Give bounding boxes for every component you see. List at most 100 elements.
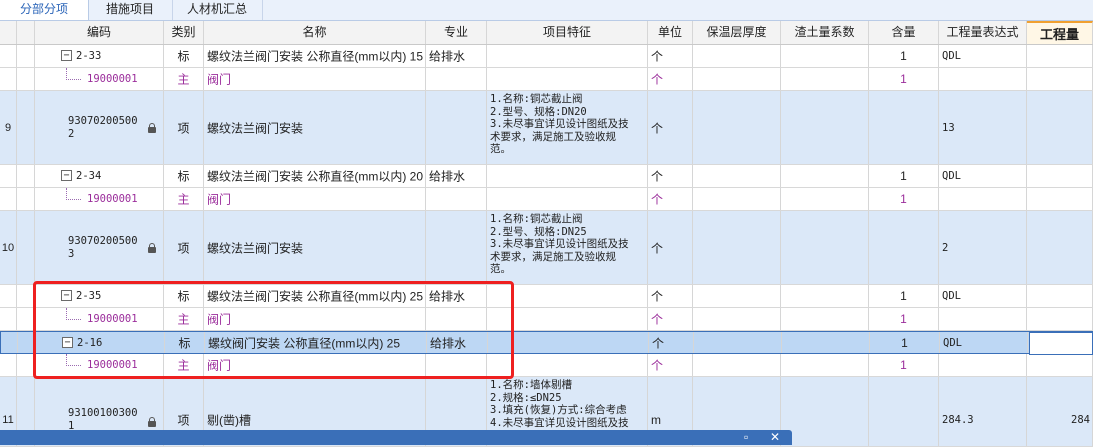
row-content: 1 (900, 192, 907, 206)
table-row-selected[interactable]: − 2-16 标 螺纹阀门安装 公称直径(mm以内) 25 给排水 个 1 QD… (0, 331, 1093, 354)
row-name: 螺纹法兰阀门安装 公称直径(mm以内) 20 (207, 169, 424, 184)
row-expr: QDL (942, 170, 961, 182)
row-unit: 个 (652, 336, 665, 350)
row-category: 项 (177, 413, 190, 428)
row-specialty: 给排水 (429, 49, 466, 64)
tab-measures[interactable]: 措施项目 (88, 0, 173, 20)
collapse-toggle-icon[interactable]: − (61, 290, 72, 301)
lock-icon (148, 417, 156, 427)
row-category: 主 (177, 72, 190, 87)
close-icon[interactable]: ✕ (770, 430, 780, 445)
row-unit: 个 (651, 192, 664, 207)
row-code: 2-34 (76, 170, 102, 182)
row-code-suffix: 3 (68, 247, 75, 260)
row-quantity: 284 (1071, 413, 1090, 426)
header-rownum (0, 21, 17, 44)
row-number: 11 (2, 413, 14, 426)
table-row[interactable]: − 2-34 标 螺纹法兰阀门安装 公称直径(mm以内) 20 给排水 个 1 … (0, 165, 1093, 188)
row-unit: 个 (651, 49, 664, 64)
collapse-toggle-icon[interactable]: − (62, 337, 73, 348)
row-specialty: 给排水 (429, 289, 466, 304)
row-code: 93100100300 (68, 406, 138, 419)
table-row[interactable]: − 2-35 标 螺纹法兰阀门安装 公称直径(mm以内) 25 给排水 个 1 … (0, 285, 1093, 308)
header-blank (17, 21, 35, 44)
row-content: 1 (900, 289, 907, 303)
row-content: 1 (900, 169, 907, 183)
row-name: 阀门 (207, 72, 232, 87)
header-soil[interactable]: 渣土量系数 (781, 21, 869, 44)
table-row[interactable]: 9 93070200500 2 项 螺纹法兰阀门安装 1.名称:铜芯截止阀 2.型… (0, 91, 1093, 165)
collapse-toggle-icon[interactable]: − (61, 50, 72, 61)
quantity-edit-input[interactable] (1029, 332, 1093, 355)
row-specialty: 给排水 (430, 336, 467, 350)
header-expr[interactable]: 工程量表达式 (939, 21, 1027, 44)
table-header: 编码 类别 名称 专业 项目特征 单位 保温层厚度 渣土量系数 含量 工程量表达… (0, 21, 1093, 45)
row-content: 1 (900, 72, 907, 86)
row-name: 螺纹法兰阀门安装 公称直径(mm以内) 15 (207, 49, 424, 64)
row-code: 93070200500 (68, 234, 138, 247)
table-row[interactable]: 19000001 主 阀门 个 1 (0, 68, 1093, 91)
row-category: 标 (177, 169, 190, 184)
row-feature: 1.名称:铜芯截止阀 2.型号、规格:DN25 3.未尽事宜详见设计图纸及技 术要求，… (487, 211, 648, 284)
header-content[interactable]: 含量 (869, 21, 939, 44)
tab-materials[interactable]: 人材机汇总 (172, 0, 263, 20)
header-name[interactable]: 名称 (204, 21, 426, 44)
row-name: 螺纹法兰阀门安装 (207, 121, 304, 135)
row-unit: 个 (651, 121, 664, 135)
row-feature: 1.名称:铜芯截止阀 2.型号、规格:DN20 3.未尽事宜详见设计图纸及技 术要求，… (487, 91, 648, 164)
row-expr: 13 (942, 121, 955, 134)
lock-icon (148, 243, 156, 253)
row-name: 阀门 (207, 192, 232, 207)
header-category[interactable]: 类别 (164, 21, 204, 44)
header-specialty[interactable]: 专业 (426, 21, 487, 44)
tab-items[interactable]: 分部分项 (0, 0, 89, 20)
row-code: 2-16 (77, 336, 103, 349)
header-insulation[interactable]: 保温层厚度 (693, 21, 781, 44)
row-expr: QDL (942, 290, 961, 302)
row-category: 项 (177, 121, 190, 135)
row-name: 阀门 (207, 358, 232, 373)
header-unit[interactable]: 单位 (648, 21, 693, 44)
row-content: 1 (901, 335, 908, 350)
row-category: 标 (177, 289, 190, 304)
row-expr: QDL (942, 50, 961, 62)
row-unit: 个 (651, 289, 664, 304)
row-category: 主 (177, 312, 190, 327)
header-quantity[interactable]: 工程量 (1027, 21, 1093, 44)
row-category: 主 (177, 192, 190, 207)
header-feature[interactable]: 项目特征 (487, 21, 648, 44)
table-row[interactable]: 19000001 主 阀门 个 1 (0, 354, 1093, 377)
collapse-toggle-icon[interactable]: − (61, 170, 72, 181)
table-row[interactable]: 19000001 主 阀门 个 1 (0, 308, 1093, 331)
row-code: 19000001 (87, 193, 138, 205)
row-expr: QDL (943, 336, 962, 349)
lock-icon (148, 123, 156, 133)
table-row[interactable]: − 2-33 标 螺纹法兰阀门安装 公称直径(mm以内) 15 给排水 个 1 … (0, 45, 1093, 68)
row-name: 剔(凿)槽 (207, 413, 251, 428)
row-number: 10 (1, 241, 15, 254)
table-row[interactable]: 19000001 主 阀门 个 1 (0, 188, 1093, 211)
row-category: 标 (177, 49, 190, 64)
row-code: 19000001 (87, 359, 138, 371)
floating-panel-titlebar[interactable]: ▫ ✕ (0, 430, 792, 445)
row-unit: 个 (651, 358, 664, 373)
row-category: 主 (177, 358, 190, 373)
row-content: 1 (900, 358, 907, 372)
row-category: 标 (178, 336, 191, 350)
row-name: 螺纹法兰阀门安装 (207, 241, 304, 255)
row-code: 19000001 (87, 73, 138, 85)
table-row[interactable]: 10 93070200500 3 项 螺纹法兰阀门安装 1.名称:铜芯截止阀 2.… (0, 211, 1093, 285)
row-unit: 个 (651, 312, 664, 327)
row-category: 项 (177, 241, 190, 255)
row-number: 9 (4, 121, 12, 134)
restore-icon[interactable]: ▫ (744, 430, 748, 445)
row-unit: 个 (651, 241, 664, 255)
row-content: 1 (900, 312, 907, 326)
row-expr: 284.3 (942, 413, 974, 426)
row-unit: m (651, 412, 661, 427)
row-code: 93070200500 (68, 114, 138, 127)
row-specialty: 给排水 (429, 169, 466, 184)
row-expr: 2 (942, 241, 949, 254)
row-unit: 个 (651, 169, 664, 184)
header-code[interactable]: 编码 (35, 21, 164, 44)
